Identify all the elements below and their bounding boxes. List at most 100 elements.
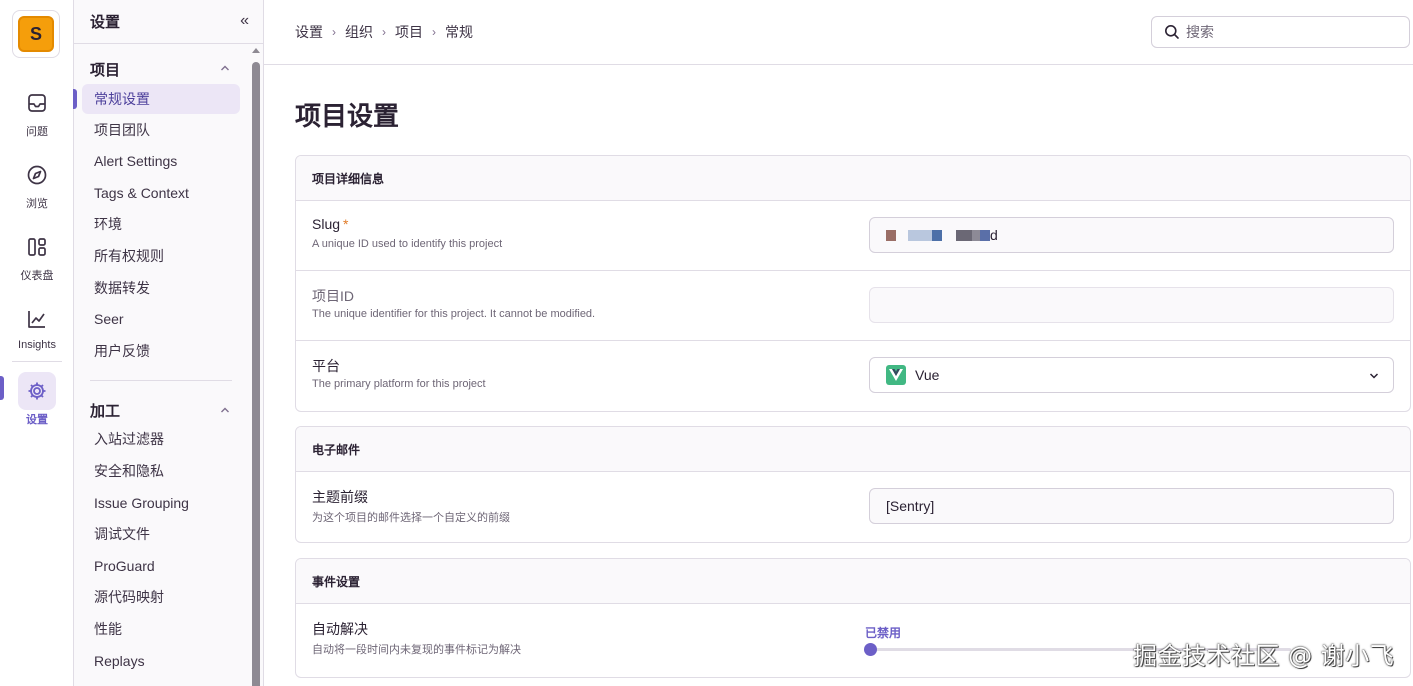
- chevron-up-icon[interactable]: [220, 63, 230, 73]
- nav-item-alert-settings[interactable]: Alert Settings: [82, 146, 240, 176]
- slider-handle[interactable]: [864, 643, 877, 656]
- settings-sidebar-title: 设置: [90, 14, 121, 31]
- chevron-right-icon: ›: [382, 25, 386, 39]
- platform-label: 平台: [312, 358, 340, 374]
- breadcrumb-project[interactable]: 项目: [395, 22, 423, 42]
- auto-resolve-help: 自动将一段时间内未复现的事件标记为解决: [312, 644, 521, 656]
- settings-sidebar: 设置 « 项目 常规设置 项目团队 Alert Settings Tags & …: [73, 0, 264, 686]
- chevron-right-icon: ›: [332, 25, 336, 39]
- redacted-pixel-block: [932, 229, 942, 241]
- rail-item-label: 浏览: [26, 198, 48, 210]
- project-id-label: 项目ID: [312, 288, 354, 304]
- nav-item-user-feedback[interactable]: 用户反馈: [82, 336, 240, 366]
- vue-logo-icon: [886, 365, 906, 385]
- platform-help: The primary platform for this project: [312, 378, 486, 390]
- panel-title: 事件设置: [296, 559, 1410, 604]
- redacted-pixel-block: [886, 229, 896, 241]
- nav-item-debug-files[interactable]: 调试文件: [82, 519, 240, 549]
- rail-item-label: 问题: [26, 126, 48, 138]
- nav-item-data-forwarding[interactable]: 数据转发: [82, 273, 240, 303]
- settings-sidebar-header: 设置: [74, 0, 264, 44]
- nav-item-security-privacy[interactable]: 安全和隐私: [82, 456, 240, 486]
- compass-icon: [18, 156, 56, 194]
- search-input[interactable]: [1186, 24, 1396, 40]
- nav-item-ownership-rules[interactable]: 所有权规则: [82, 241, 240, 271]
- active-indicator: [73, 89, 77, 109]
- project-id-help: The unique identifier for this project. …: [312, 308, 596, 320]
- section-title-project[interactable]: 项目: [90, 59, 120, 80]
- project-id-field: [869, 287, 1394, 323]
- org-avatar: S: [18, 16, 54, 52]
- rail-item-label: 设置: [26, 414, 48, 426]
- primary-sidebar: S 问题 浏览 仪表盘 Insights 设置: [0, 0, 74, 686]
- rail-item-label: Insights: [18, 339, 56, 351]
- subject-prefix-label: 主题前缀: [312, 489, 368, 505]
- section-title-processing[interactable]: 加工: [90, 400, 120, 421]
- slug-value-tail: d: [990, 227, 998, 243]
- subject-prefix-field[interactable]: [Sentry]: [869, 488, 1394, 524]
- nav-item-general[interactable]: 常规设置: [82, 84, 240, 114]
- project-id-row: 项目ID The unique identifier for this proj…: [296, 271, 1410, 341]
- nav-item-replays[interactable]: Replays: [82, 646, 240, 676]
- rail-item-explore[interactable]: 浏览: [0, 156, 74, 211]
- org-switcher[interactable]: S: [12, 10, 60, 58]
- redacted-pixel-block: [972, 229, 980, 241]
- breadcrumb-general: 常规: [445, 24, 473, 40]
- page-title: 项目设置: [295, 101, 400, 131]
- nav-item-inbound-filters[interactable]: 入站过滤器: [82, 424, 240, 454]
- rail-divider: [12, 361, 62, 362]
- dashboard-icon: [18, 228, 56, 266]
- nav-item-seer[interactable]: Seer: [82, 304, 240, 334]
- sidebar-divider: [90, 380, 232, 381]
- slug-row: Slug * A unique ID used to identify this …: [296, 201, 1410, 271]
- chevron-up-icon[interactable]: [220, 405, 230, 415]
- breadcrumb-settings[interactable]: 设置: [295, 22, 323, 42]
- breadcrumb-organization[interactable]: 组织: [345, 22, 373, 42]
- rail-item-insights[interactable]: Insights: [0, 300, 74, 351]
- slug-label: Slug *: [312, 216, 348, 232]
- nav-item-environments[interactable]: 环境: [82, 209, 240, 239]
- rail-item-dashboards[interactable]: 仪表盘: [0, 228, 74, 283]
- subject-prefix-value: [Sentry]: [886, 498, 935, 514]
- auto-resolve-state: 已禁用: [865, 626, 902, 640]
- auto-resolve-label: 自动解决: [312, 621, 368, 637]
- panel-title: 项目详细信息: [296, 156, 1410, 201]
- nav-item-issue-grouping[interactable]: Issue Grouping: [82, 488, 240, 518]
- slug-help: A unique ID used to identify this projec…: [312, 238, 503, 250]
- nav-item-performance[interactable]: 性能: [82, 614, 240, 644]
- scroll-up-arrow-icon[interactable]: [252, 48, 260, 53]
- scrollbar-thumb[interactable]: [252, 62, 260, 686]
- collapse-sidebar-button[interactable]: «: [240, 12, 249, 30]
- email-panel: 电子邮件 主题前缀 为这个项目的邮件选择一个自定义的前缀 [Sentry]: [295, 426, 1411, 543]
- sidebar-scrollbar[interactable]: [250, 44, 262, 686]
- slug-input[interactable]: d: [869, 217, 1394, 253]
- redacted-pixel-block: [956, 229, 972, 241]
- redacted-pixel-block: [908, 229, 932, 241]
- subject-prefix-row: 主题前缀 为这个项目的邮件选择一个自定义的前缀 [Sentry]: [296, 472, 1410, 542]
- search-box[interactable]: [1151, 16, 1410, 48]
- rail-item-settings[interactable]: 设置: [0, 372, 74, 427]
- redacted-pixel-block: [980, 229, 990, 241]
- rail-item-issues[interactable]: 问题: [0, 84, 74, 139]
- watermark: 掘金技术社区 @ 谢小飞: [1133, 642, 1395, 670]
- top-bar: 设置 › 组织 › 项目 › 常规: [264, 0, 1413, 65]
- breadcrumb: 设置 › 组织 › 项目 › 常规: [295, 22, 473, 42]
- nav-item-project-teams[interactable]: 项目团队: [82, 115, 240, 145]
- platform-select[interactable]: Vue: [869, 357, 1394, 393]
- platform-row: 平台 The primary platform for this project…: [296, 341, 1410, 411]
- chevron-down-icon: [1369, 373, 1379, 379]
- chevron-right-icon: ›: [432, 25, 436, 39]
- required-mark: *: [343, 216, 349, 232]
- project-details-panel: 项目详细信息 Slug * A unique ID used to identif…: [295, 155, 1411, 412]
- platform-value: Vue: [915, 367, 940, 383]
- chart-icon: [18, 300, 56, 338]
- nav-item-tags-context[interactable]: Tags & Context: [82, 178, 240, 208]
- nav-item-source-maps[interactable]: 源代码映射: [82, 582, 240, 612]
- gear-icon: [18, 372, 56, 410]
- rail-item-label: 仪表盘: [20, 270, 54, 282]
- slug-label-text: Slug: [312, 216, 341, 232]
- panel-title: 电子邮件: [296, 427, 1410, 472]
- subject-prefix-help: 为这个项目的邮件选择一个自定义的前缀: [312, 512, 510, 524]
- inbox-icon: [18, 84, 56, 122]
- nav-item-proguard[interactable]: ProGuard: [82, 551, 240, 581]
